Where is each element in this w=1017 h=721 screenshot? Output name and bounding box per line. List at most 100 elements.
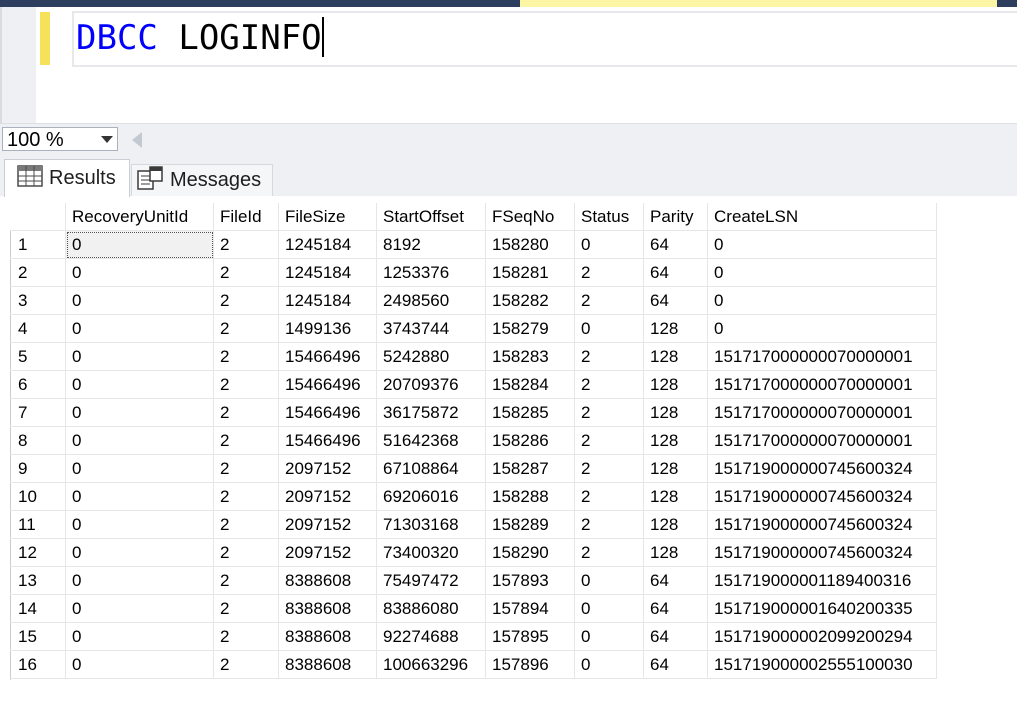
table-row[interactable]: 9 0 2 2097152 67108864 158287 2 128 151719000000… — [10, 454, 937, 483]
grid-cell[interactable]: 157894 — [485, 594, 575, 623]
grid-cell[interactable]: 128 — [643, 482, 708, 511]
grid-cell[interactable]: 157895 — [485, 622, 575, 651]
grid-cell[interactable]: 158280 — [485, 230, 575, 259]
table-row[interactable]: 14 0 2 8388608 83886080 157894 0 64 151719000001… — [10, 594, 937, 623]
grid-cell[interactable]: 8388608 — [278, 594, 377, 623]
grid-cell[interactable]: 67108864 — [376, 454, 486, 483]
grid-cell[interactable]: 158281 — [485, 258, 575, 287]
grid-cell[interactable]: 0 — [574, 594, 644, 623]
grid-cell[interactable]: 2 — [574, 258, 644, 287]
column-header[interactable]: CreateLSN — [707, 203, 937, 231]
grid-cell[interactable]: 83886080 — [376, 594, 486, 623]
query-text[interactable]: DBCC LOGINFO — [76, 16, 324, 60]
grid-cell[interactable]: 2 — [574, 370, 644, 399]
zoom-dropdown[interactable]: 100 % — [2, 127, 118, 151]
grid-cell[interactable]: 0 — [707, 314, 937, 343]
grid-cell[interactable]: 151719000002099200294 — [707, 622, 937, 651]
grid-cell[interactable]: 15466496 — [278, 370, 377, 399]
grid-cell[interactable]: 2 — [213, 650, 279, 679]
grid-cell[interactable]: 0 — [65, 510, 214, 539]
grid-cell[interactable]: 92274688 — [376, 622, 486, 651]
grid-cell[interactable]: 2097152 — [278, 510, 377, 539]
grid-cell[interactable]: 0 — [574, 622, 644, 651]
grid-cell[interactable]: 2 — [574, 510, 644, 539]
grid-cell[interactable]: 2 — [574, 482, 644, 511]
grid-cell[interactable]: 8192 — [376, 230, 486, 259]
grid-cell[interactable]: 64 — [643, 650, 708, 679]
grid-cell[interactable]: 158289 — [485, 510, 575, 539]
grid-cell[interactable]: 157893 — [485, 566, 575, 595]
grid-cell[interactable]: 0 — [65, 650, 214, 679]
grid-cell[interactable]: 158283 — [485, 342, 575, 371]
grid-cell[interactable]: 128 — [643, 314, 708, 343]
grid-cell[interactable]: 151719000000745600324 — [707, 482, 937, 511]
grid-cell[interactable]: 151717000000070000001 — [707, 370, 937, 399]
grid-cell[interactable]: 2 — [213, 230, 279, 259]
grid-cell[interactable]: 2 — [213, 370, 279, 399]
grid-cell[interactable]: 0 — [65, 566, 214, 595]
grid-cell[interactable]: 71303168 — [376, 510, 486, 539]
grid-cell[interactable]: 2 — [213, 342, 279, 371]
grid-cell[interactable]: 2 — [213, 314, 279, 343]
grid-cell[interactable]: 151717000000070000001 — [707, 398, 937, 427]
grid-cell[interactable]: 64 — [643, 286, 708, 315]
grid-cell[interactable]: 128 — [643, 454, 708, 483]
grid-cell[interactable]: 64 — [643, 230, 708, 259]
row-number-cell[interactable]: 16 — [10, 650, 66, 679]
column-header[interactable]: FileId — [213, 203, 279, 231]
table-row[interactable]: 10 0 2 2097152 69206016 158288 2 128 15171900000… — [10, 482, 937, 511]
grid-cell[interactable]: 2 — [213, 454, 279, 483]
grid-cell[interactable]: 2 — [213, 510, 279, 539]
grid-cell[interactable]: 128 — [643, 398, 708, 427]
grid-cell[interactable]: 2 — [574, 398, 644, 427]
table-row[interactable]: 1 0 2 1245184 8192 158280 0 64 0 — [10, 230, 937, 259]
grid-cell[interactable]: 0 — [65, 398, 214, 427]
column-header[interactable]: Status — [574, 203, 644, 231]
grid-cell[interactable]: 2097152 — [278, 538, 377, 567]
grid-cell[interactable]: 2 — [213, 426, 279, 455]
row-number-cell[interactable]: 9 — [10, 454, 66, 483]
grid-cell[interactable]: 36175872 — [376, 398, 486, 427]
grid-cell[interactable]: 8388608 — [278, 622, 377, 651]
grid-cell[interactable]: 157896 — [485, 650, 575, 679]
grid-cell[interactable]: 3743744 — [376, 314, 486, 343]
grid-cell[interactable]: 2498560 — [376, 286, 486, 315]
grid-cell[interactable]: 128 — [643, 426, 708, 455]
table-row[interactable]: 12 0 2 2097152 73400320 158290 2 128 15171900000… — [10, 538, 937, 567]
grid-cell[interactable]: 0 — [574, 650, 644, 679]
grid-cell[interactable]: 0 — [65, 622, 214, 651]
row-number-cell[interactable]: 15 — [10, 622, 66, 651]
grid-cell[interactable]: 2 — [574, 426, 644, 455]
row-number-cell[interactable]: 14 — [10, 594, 66, 623]
grid-cell[interactable]: 151719000000745600324 — [707, 454, 937, 483]
scroll-left-arrow-icon[interactable] — [132, 132, 142, 148]
grid-cell[interactable]: 1499136 — [278, 314, 377, 343]
grid-cell[interactable]: 15466496 — [278, 426, 377, 455]
results-grid[interactable]: RecoveryUnitId FileId FileSize StartOffset F… — [10, 203, 937, 679]
grid-cell[interactable]: 128 — [643, 370, 708, 399]
grid-cell[interactable]: 151719000000745600324 — [707, 510, 937, 539]
grid-cell[interactable]: 151717000000070000001 — [707, 426, 937, 455]
grid-cell[interactable]: 73400320 — [376, 538, 486, 567]
grid-cell[interactable]: 0 — [65, 286, 214, 315]
grid-cell[interactable]: 69206016 — [376, 482, 486, 511]
table-row[interactable]: 5 0 2 15466496 5242880 158283 2 128 151717000000… — [10, 342, 937, 371]
row-number-cell[interactable]: 8 — [10, 426, 66, 455]
grid-cell[interactable]: 0 — [65, 370, 214, 399]
row-number-header[interactable] — [10, 203, 66, 231]
grid-cell[interactable]: 15466496 — [278, 398, 377, 427]
row-number-cell[interactable]: 4 — [10, 314, 66, 343]
grid-cell[interactable]: 5242880 — [376, 342, 486, 371]
grid-cell[interactable]: 1253376 — [376, 258, 486, 287]
grid-cell[interactable]: 51642368 — [376, 426, 486, 455]
grid-cell[interactable]: 2 — [213, 622, 279, 651]
table-row[interactable]: 7 0 2 15466496 36175872 158285 2 128 15171700000… — [10, 398, 937, 427]
grid-cell[interactable]: 64 — [643, 594, 708, 623]
tab-results[interactable]: Results — [4, 159, 130, 197]
grid-cell[interactable]: 128 — [643, 342, 708, 371]
grid-cell[interactable]: 0 — [65, 594, 214, 623]
grid-cell[interactable]: 0 — [65, 538, 214, 567]
tab-messages[interactable]: Messages — [131, 164, 273, 196]
grid-cell[interactable]: 2 — [574, 454, 644, 483]
column-header[interactable]: RecoveryUnitId — [65, 203, 214, 231]
